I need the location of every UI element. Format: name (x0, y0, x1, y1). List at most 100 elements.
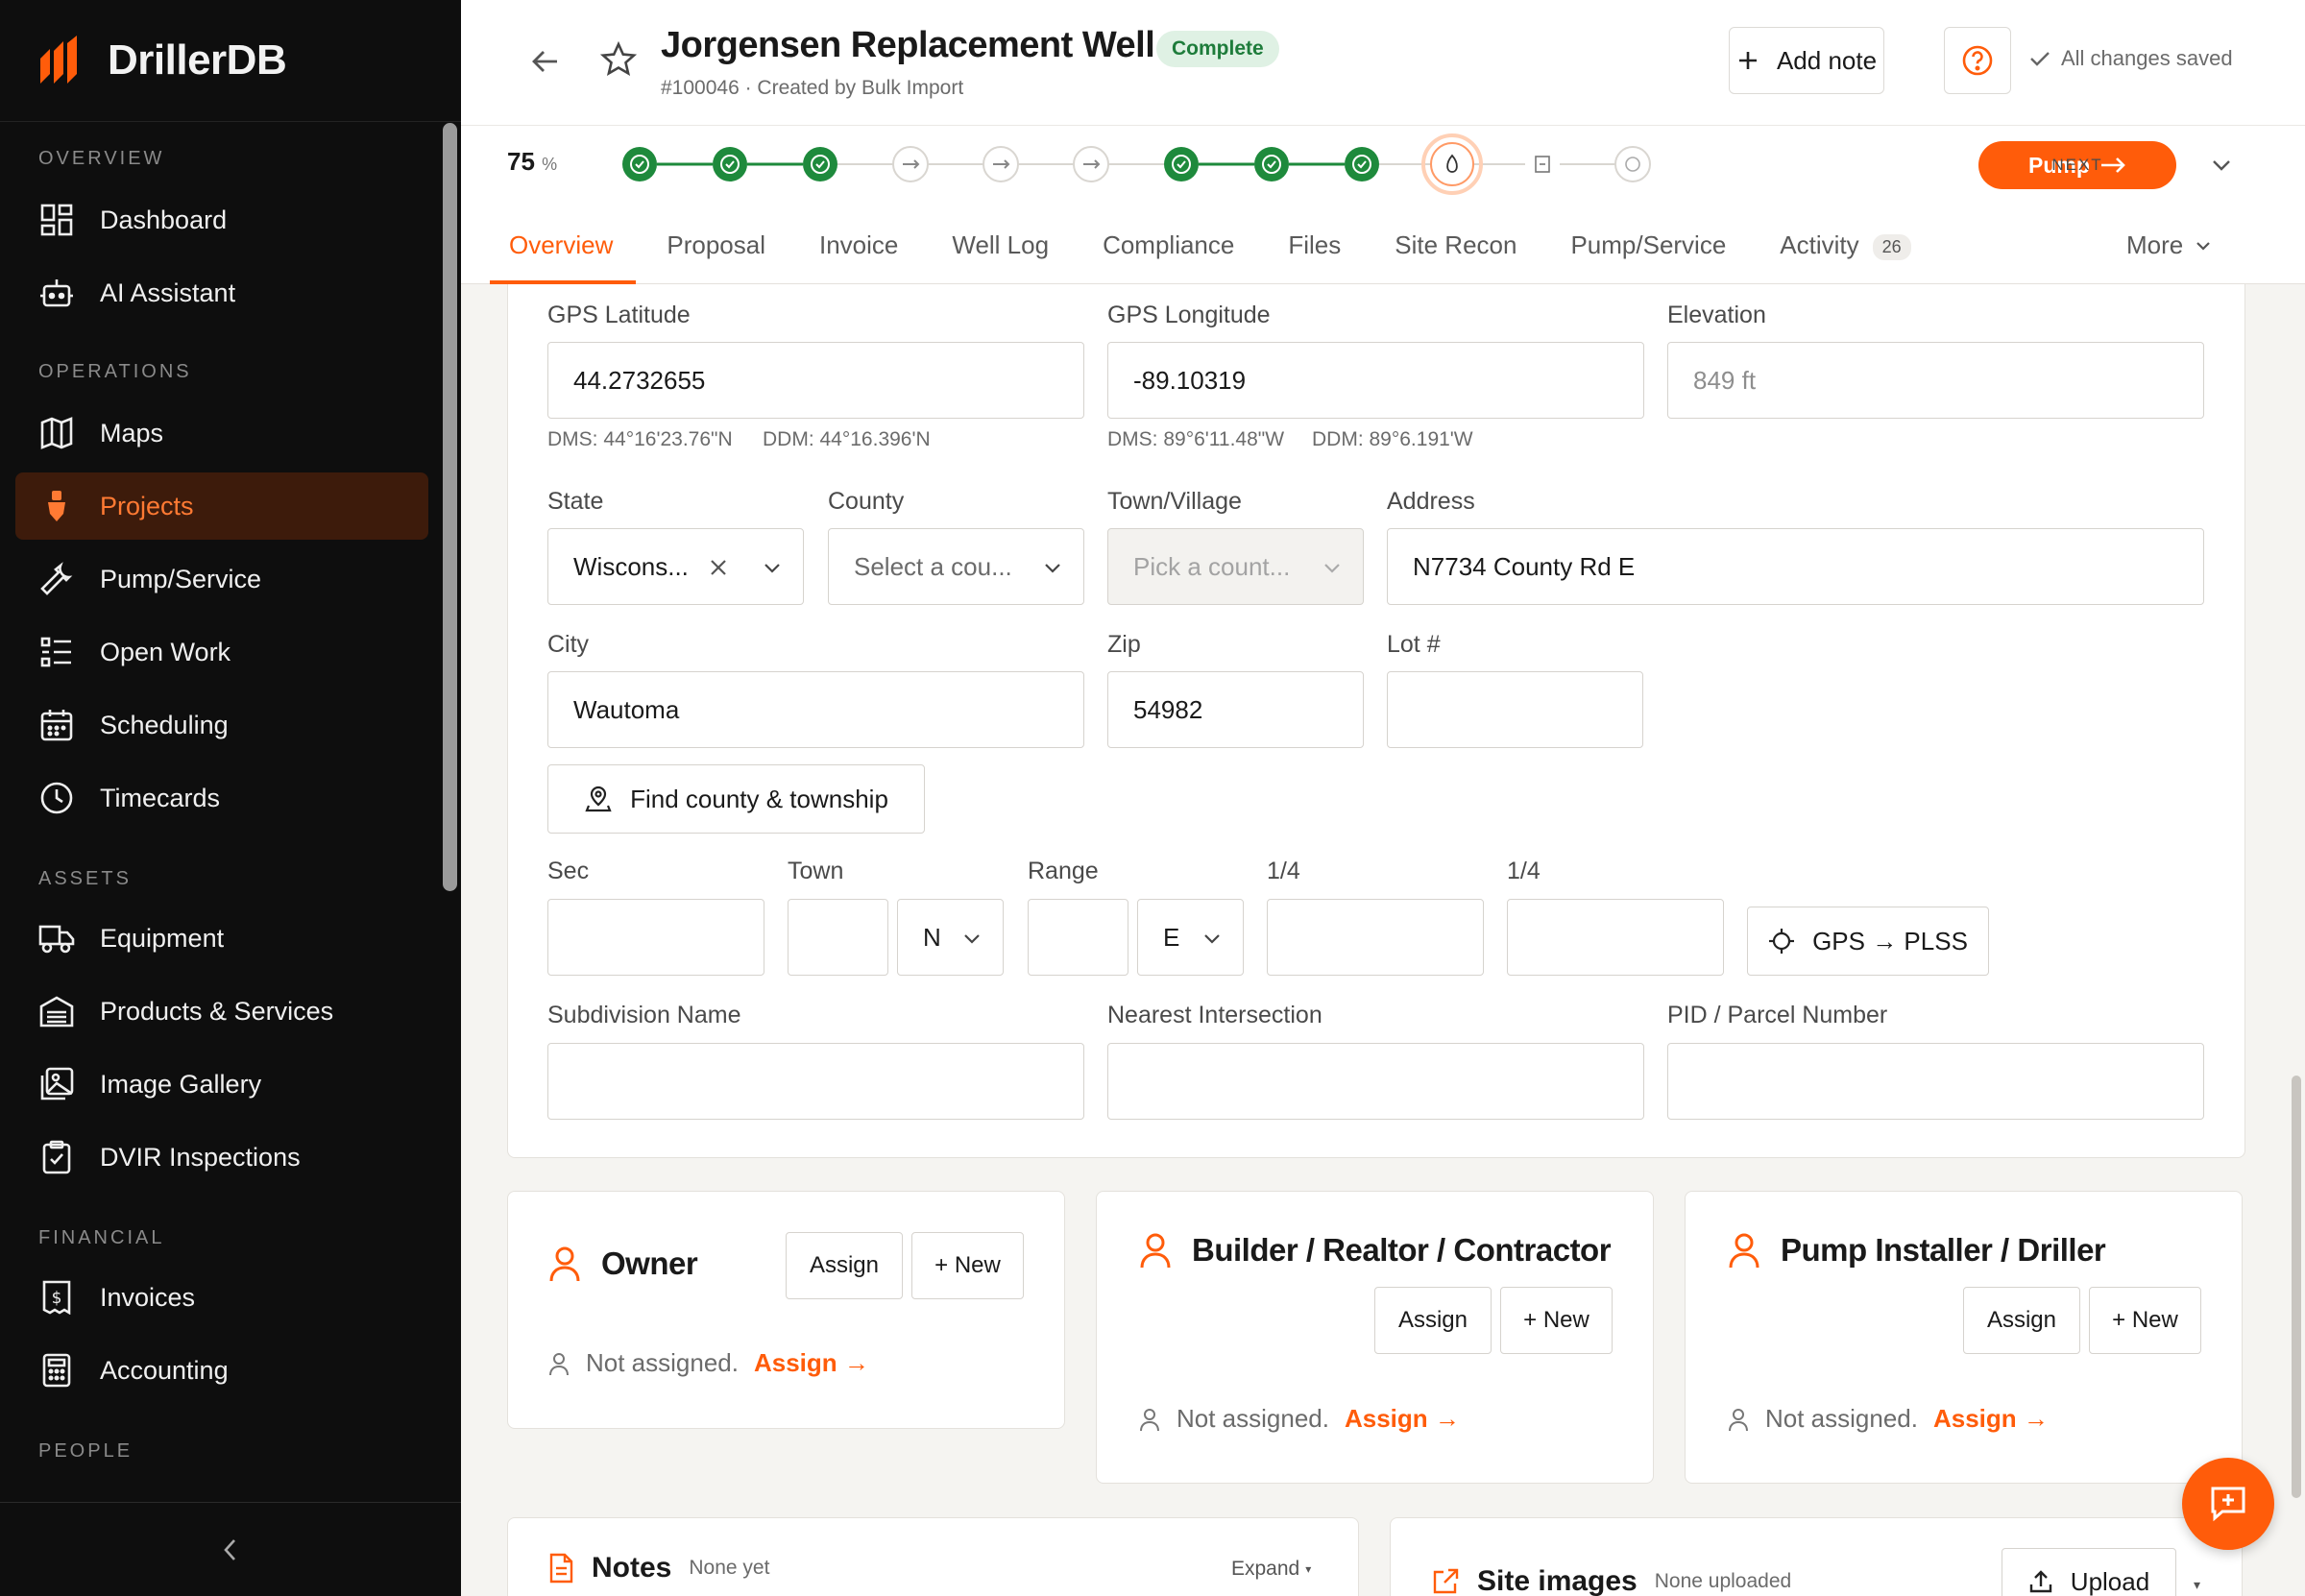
sidebar-item-pump-service[interactable]: Pump/Service (15, 545, 428, 613)
workflow-step-complete[interactable] (803, 147, 837, 181)
pump-installer-title: Pump Installer / Driller (1727, 1231, 2106, 1270)
person-icon (1729, 1233, 1759, 1269)
pump-installer-new-button[interactable]: + New (2089, 1287, 2201, 1354)
gps-longitude-input[interactable]: -89.10319 (1107, 342, 1644, 419)
zip-label: Zip (1107, 631, 1141, 658)
owner-assign-button[interactable]: Assign (786, 1232, 903, 1299)
gps-to-plss-button[interactable]: GPS → PLSS (1747, 907, 1989, 976)
workflow-step-complete[interactable] (1345, 147, 1379, 181)
pump-installer-assign-button[interactable]: Assign (1963, 1287, 2080, 1354)
message-plus-icon (2211, 1487, 2245, 1522)
quarter-1-label: 1/4 (1267, 858, 1300, 884)
range-direction-select[interactable]: E (1137, 899, 1244, 976)
gps-latitude-input[interactable]: 44.2732655 (547, 342, 1084, 419)
sidebar-item-accounting[interactable]: Accounting (15, 1337, 428, 1404)
favorite-button[interactable] (599, 40, 638, 79)
tab-label: Files (1288, 230, 1342, 259)
collapse-sidebar-button[interactable] (0, 1502, 461, 1596)
back-button[interactable] (526, 42, 565, 81)
expand-progress-button[interactable] (2207, 151, 2236, 180)
clipboard-icon (38, 1139, 75, 1175)
pump-installer-assign-link[interactable]: Assign → (1933, 1404, 2049, 1434)
workflow-step-skipped[interactable] (983, 146, 1019, 182)
feedback-chat-button[interactable] (2182, 1458, 2274, 1550)
main-scrollbar[interactable] (2292, 1076, 2301, 1498)
tab-invoice[interactable]: Invoice (819, 213, 898, 284)
tab-compliance[interactable]: Compliance (1103, 213, 1234, 284)
owner-title-text: Owner (601, 1245, 698, 1281)
tab-well-log[interactable]: Well Log (952, 213, 1049, 284)
not-assigned-text: Not assigned. (586, 1348, 739, 1377)
sidebar-item-dashboard[interactable]: Dashboard (15, 186, 428, 254)
sidebar-item-open-work[interactable]: Open Work (15, 618, 428, 686)
quarter-1-input[interactable] (1267, 899, 1484, 976)
town-direction-select[interactable]: N (897, 899, 1004, 976)
lot-input[interactable] (1387, 671, 1643, 748)
tab-label: Site Recon (1395, 230, 1517, 259)
sidebar-item-scheduling[interactable]: Scheduling (15, 691, 428, 759)
document-icon (549, 1553, 573, 1584)
sidebar-item-ai-assistant[interactable]: AI Assistant (15, 259, 428, 326)
state-select[interactable]: Wiscons... (547, 528, 804, 605)
wrench-icon (38, 561, 75, 597)
state-label: State (547, 488, 604, 515)
builder-assign-link[interactable]: Assign → (1345, 1404, 1460, 1434)
add-note-button[interactable]: Add note (1729, 27, 1884, 94)
sidebar-item-dvir-inspections[interactable]: DVIR Inspections (15, 1124, 428, 1191)
sidebar-item-products-services[interactable]: Products & Services (15, 978, 428, 1045)
pid-input[interactable] (1667, 1043, 2204, 1120)
sidebar-scrollbar[interactable] (443, 123, 457, 891)
address-input[interactable]: N7734 County Rd E (1387, 528, 2204, 605)
workflow-step-pending[interactable] (1535, 156, 1550, 173)
owner-assign-link[interactable]: Assign → (754, 1348, 869, 1378)
zip-input[interactable]: 54982 (1107, 671, 1364, 748)
quarter-2-input[interactable] (1507, 899, 1724, 976)
sidebar-item-equipment[interactable]: Equipment (15, 905, 428, 972)
notes-expand-button[interactable]: Expand ▾ (1231, 1558, 1311, 1581)
star-icon (599, 40, 638, 77)
sidebar-item-invoices[interactable]: $ Invoices (15, 1264, 428, 1331)
nav-section-assets: ASSETS (38, 868, 132, 889)
sidebar-item-projects[interactable]: Projects (15, 472, 428, 540)
upload-button[interactable]: Upload (2002, 1548, 2176, 1596)
tab-activity[interactable]: Activity 26 (1780, 213, 1911, 284)
county-select[interactable]: Select a cou... (828, 528, 1084, 605)
nearest-intersection-input[interactable] (1107, 1043, 1644, 1120)
tab-proposal[interactable]: Proposal (667, 213, 765, 284)
range-number-input[interactable] (1028, 899, 1128, 976)
tab-overview[interactable]: Overview (489, 213, 637, 284)
range-direction-value: E (1163, 922, 1180, 952)
sidebar-item-timecards[interactable]: Timecards (15, 764, 428, 832)
brand-logo[interactable]: DrillerDB (0, 0, 461, 122)
help-button[interactable] (1944, 27, 2011, 94)
elevation-input[interactable]: 849 ft (1667, 342, 2204, 419)
clear-icon[interactable] (707, 556, 730, 579)
workflow-step-skipped[interactable] (1073, 146, 1109, 182)
workflow-step-complete[interactable] (1254, 147, 1289, 181)
owner-new-button[interactable]: + New (911, 1232, 1024, 1299)
sidebar-item-maps[interactable]: Maps (15, 399, 428, 467)
workflow-step-current[interactable] (1421, 133, 1483, 195)
find-county-township-button[interactable]: Find county & township (547, 764, 925, 834)
workflow-step-pending[interactable] (1614, 146, 1651, 182)
more-tabs-button[interactable]: More (2126, 230, 2214, 260)
workflow-step-complete[interactable] (713, 147, 747, 181)
sidebar: DrillerDB OVERVIEW Dashboard AI Assistan… (0, 0, 461, 1596)
workflow-step-complete[interactable] (622, 147, 657, 181)
tab-pump-service[interactable]: Pump/Service (1570, 213, 1726, 284)
calendar-icon (38, 707, 75, 743)
upload-menu-caret-icon[interactable]: ▾ (2194, 1577, 2200, 1593)
subdivision-input[interactable] (547, 1043, 1084, 1120)
town-number-input[interactable] (788, 899, 888, 976)
workflow-step-complete[interactable] (1164, 147, 1199, 181)
tab-site-recon[interactable]: Site Recon (1395, 213, 1516, 284)
sec-input[interactable] (547, 899, 764, 976)
workflow-step-skipped[interactable] (892, 146, 929, 182)
builder-assign-button[interactable]: Assign (1374, 1287, 1492, 1354)
gps-longitude-ddm: DDM: 89°6.191'W (1312, 428, 1473, 450)
builder-new-button[interactable]: + New (1500, 1287, 1613, 1354)
city-input[interactable]: Wautoma (547, 671, 1084, 748)
tab-files[interactable]: Files (1288, 213, 1341, 284)
sidebar-item-image-gallery[interactable]: Image Gallery (15, 1051, 428, 1118)
next-step-button[interactable]: NEXT Pump (1978, 141, 2176, 189)
